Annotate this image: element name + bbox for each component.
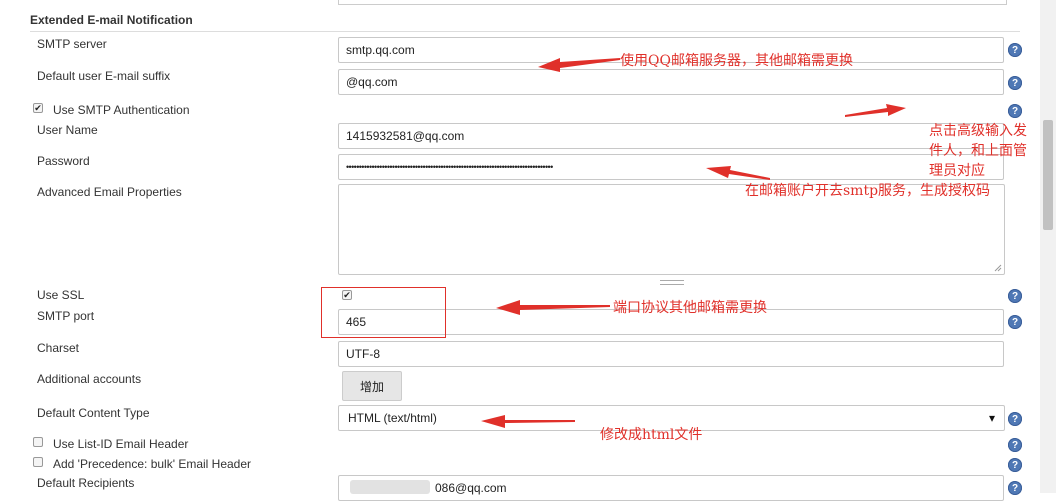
annotation-arrow-1 — [538, 58, 620, 72]
annotation-arrow-3 — [706, 166, 770, 180]
annotation-arrows — [481, 58, 906, 428]
annotation-note-advanced-line3: 理员对应 — [929, 163, 985, 179]
annotation-note-advanced-line2: 件人，和上面管 — [929, 143, 1027, 159]
annotation-arrow-2 — [845, 104, 906, 117]
annotation-note-advanced-line1: 点击高级输入发 — [929, 123, 1027, 139]
annotation-arrow-5 — [481, 415, 575, 428]
annotation-note-smtp-server: 使用QQ邮箱服务器，其他邮箱需更换 — [620, 53, 853, 69]
annotation-arrow-4 — [496, 300, 610, 315]
scrollbar-thumb[interactable] — [1043, 120, 1053, 230]
annotation-note-auth-code: 在邮箱账户开去smtp服务，生成授权码 — [745, 183, 991, 199]
annotation-note-content-type: 修改成html文件 — [600, 427, 703, 443]
annotation-note-port: 端口协议其他邮箱需更换 — [613, 300, 767, 316]
scrollbar-track[interactable] — [1040, 0, 1056, 493]
